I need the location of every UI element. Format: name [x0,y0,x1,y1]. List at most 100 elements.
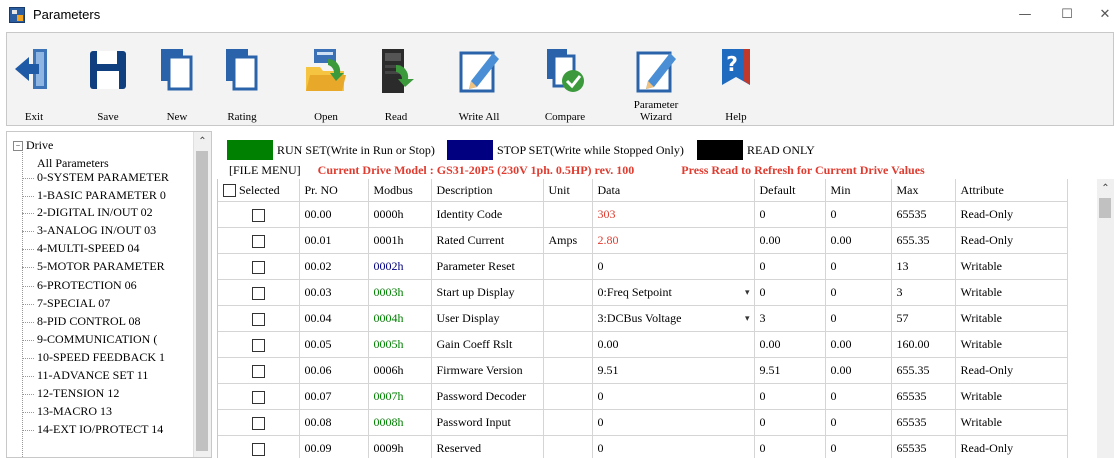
tree-item[interactable]: All Parameters [37,156,109,171]
scroll-up-icon[interactable]: ⌃ [194,136,211,147]
rating-button[interactable]: Rating [217,33,267,125]
table-row[interactable]: 00.01 0001h Rated Current Amps 2.80 0.00 0.00 6… [218,227,1068,254]
select-all-checkbox[interactable] [223,184,236,198]
table-header-row: Selected Pr. NO Modbus Description Unit … [218,179,1068,202]
dropdown-arrow-icon[interactable]: ▾ [745,280,750,305]
write-all-label: Write All [458,111,500,123]
read-button[interactable]: Read [371,33,421,125]
column-header-attribute[interactable]: Attribute [955,179,1068,202]
tree-item[interactable]: 1-BASIC PARAMETER 0 [37,188,166,203]
write-all-button[interactable]: Write All [451,33,507,125]
min-cell: 0 [825,279,892,306]
tree-scrollbar[interactable]: ⌃ [193,132,211,457]
selected-cell[interactable] [218,331,300,358]
table-row[interactable]: 00.02 0002h Parameter Reset 0 0 0 13 Writable [218,253,1068,280]
pr-no-cell: 00.08 [299,409,369,436]
data-text: 0.00 [597,337,619,351]
column-header-modbus[interactable]: Modbus [368,179,432,202]
tree-item[interactable]: 12-TENSION 12 [37,386,119,401]
table-scroll-thumb[interactable] [1099,198,1111,218]
row-checkbox[interactable] [251,312,265,326]
open-button[interactable]: Open [301,33,351,125]
selected-cell[interactable] [218,201,300,228]
selected-cell[interactable] [218,305,300,332]
column-header-data[interactable]: Data [592,179,755,202]
selected-cell[interactable] [218,409,300,436]
tree-scroll-thumb[interactable] [196,151,208,451]
selected-cell[interactable] [218,279,300,306]
data-cell[interactable]: 0 [592,383,755,410]
data-cell[interactable]: 0 [592,435,755,458]
column-header-default[interactable]: Default [754,179,826,202]
tree-item[interactable]: 5-MOTOR PARAMETER [37,259,165,274]
tree-item[interactable]: 8-PID CONTROL 08 [37,314,141,329]
selected-cell[interactable] [218,383,300,410]
data-cell[interactable]: 2.80 [592,227,755,254]
new-button[interactable]: New [154,33,200,125]
row-checkbox[interactable] [251,390,265,404]
compare-button[interactable]: Compare [537,33,593,125]
selected-cell[interactable] [218,435,300,458]
data-cell[interactable]: 0 [592,253,755,280]
data-cell[interactable]: 0 [592,409,755,436]
attribute-cell: Read-Only [955,227,1068,254]
row-checkbox[interactable] [251,338,265,352]
tree-item[interactable]: 3-ANALOG IN/OUT 03 [37,223,156,238]
table-row[interactable]: 00.06 0006h Firmware Version 9.51 9.51 0.00 65… [218,357,1068,384]
table-scroll-up-icon[interactable]: ⌃ [1097,183,1114,194]
selected-cell[interactable] [218,227,300,254]
save-button[interactable]: Save [85,33,131,125]
row-checkbox[interactable] [251,286,265,300]
row-checkbox[interactable] [251,364,265,378]
parameter-group-tree: − Drive All Parameters 0-SYSTEM PARAMETER 1… [6,131,212,458]
tree-item[interactable]: 13-MACRO 13 [37,404,112,419]
tree-item[interactable]: 10-SPEED FEEDBACK 1 [37,350,165,365]
tree-item[interactable]: 6-PROTECTION 06 [37,278,137,293]
tree-item[interactable]: 14-EXT IO/PROTECT 14 [37,422,163,437]
dropdown-arrow-icon[interactable]: ▾ [745,306,750,331]
data-cell[interactable]: 9.51 [592,357,755,384]
close-button[interactable]: ✕ [1090,4,1114,26]
tree-item[interactable]: 9-COMMUNICATION ( [37,332,157,347]
data-cell[interactable]: 303 [592,201,755,228]
table-row[interactable]: 00.04 0004h User Display 3:DCBus Voltage ▾ 3 0… [218,305,1068,332]
collapse-icon[interactable]: − [13,141,23,151]
row-checkbox[interactable] [251,442,265,456]
row-checkbox[interactable] [251,260,265,274]
parameter-wizard-button[interactable]: Parameter Wizard [619,33,693,125]
tree-item[interactable]: 7-SPECIAL 07 [37,296,110,311]
data-cell[interactable]: 3:DCBus Voltage ▾ [592,305,755,332]
read-label: Read [384,111,408,123]
selected-cell[interactable] [218,357,300,384]
column-header-pr-no[interactable]: Pr. NO [299,179,369,202]
table-row[interactable]: 00.00 0000h Identity Code 303 0 0 65535 Read-On… [218,201,1068,228]
row-checkbox[interactable] [251,234,265,248]
table-scrollbar[interactable]: ⌃ [1097,179,1114,458]
table-row[interactable]: 00.09 0009h Reserved 0 0 0 65535 Read-Only [218,435,1068,458]
tree-root-drive[interactable]: − Drive [13,138,53,153]
table-row[interactable]: 00.05 0005h Gain Coeff Rslt 0.00 0.00 0.00 160… [218,331,1068,358]
row-checkbox[interactable] [251,208,265,222]
selected-cell[interactable] [218,253,300,280]
file-menu-link[interactable]: [FILE MENU] [229,163,301,177]
tree-item[interactable]: 2-DIGITAL IN/OUT 02 [37,205,153,220]
exit-button[interactable]: Exit [11,33,57,125]
table-row[interactable]: 00.08 0008h Password Input 0 0 0 65535 Writable [218,409,1068,436]
column-header-selected[interactable]: Selected [218,179,300,202]
data-cell[interactable]: 0:Freq Setpoint ▾ [592,279,755,306]
tree-item[interactable]: 11-ADVANCE SET 11 [37,368,148,383]
row-checkbox[interactable] [251,416,265,430]
column-header-description[interactable]: Description [431,179,544,202]
column-header-max[interactable]: Max [891,179,956,202]
table-row[interactable]: 00.03 0003h Start up Display 0:Freq Setpoin… [218,279,1068,306]
data-cell[interactable]: 0.00 [592,331,755,358]
maximize-button[interactable]: ☐ [1052,4,1082,26]
minimize-button[interactable]: — [1010,4,1040,26]
column-header-unit[interactable]: Unit [543,179,593,202]
tree-item[interactable]: 0-SYSTEM PARAMETER [37,170,169,185]
help-button[interactable]: ? Help [713,33,759,125]
description-cell: Password Input [431,409,544,436]
table-row[interactable]: 00.07 0007h Password Decoder 0 0 0 65535 Writab… [218,383,1068,410]
tree-item[interactable]: 4-MULTI-SPEED 04 [37,241,140,256]
column-header-min[interactable]: Min [825,179,892,202]
